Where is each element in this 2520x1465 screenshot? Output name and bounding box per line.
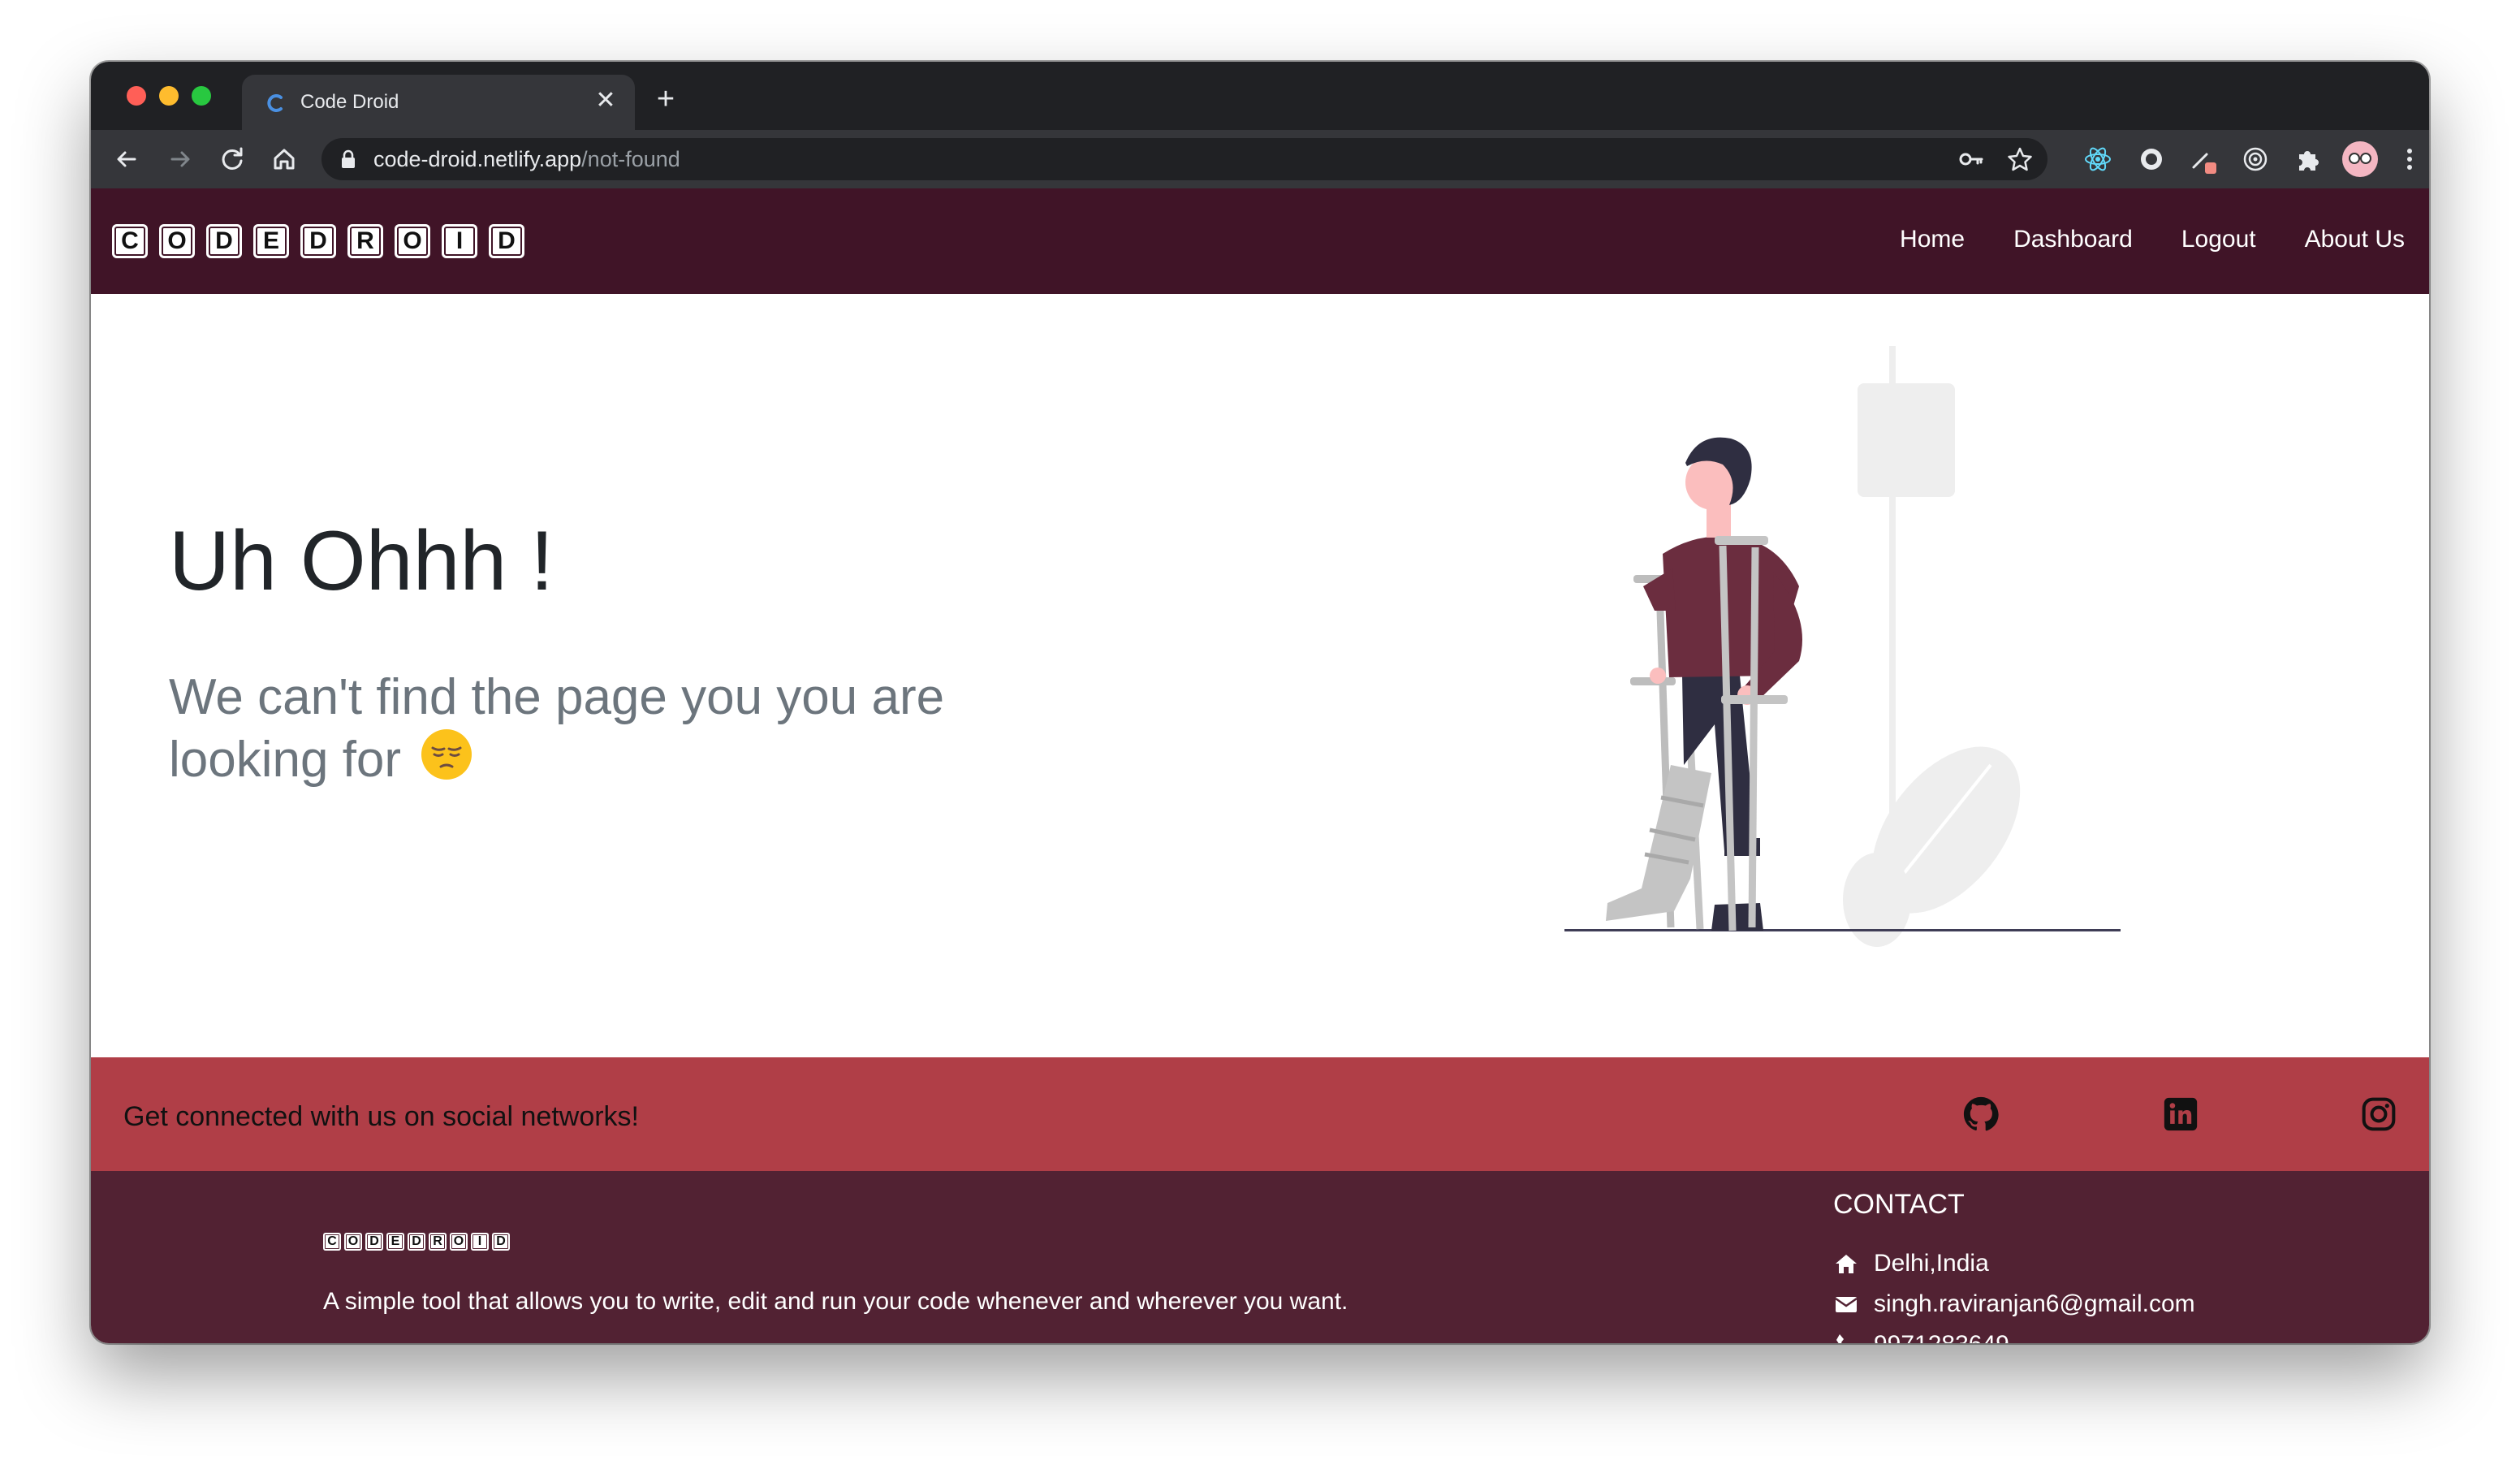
profile-avatar-icon[interactable] <box>2341 140 2379 178</box>
minimize-window-button[interactable] <box>159 86 179 106</box>
tab-close-icon[interactable]: ✕ <box>591 86 620 115</box>
close-window-button[interactable] <box>127 86 146 106</box>
logo-letter: C <box>112 224 148 258</box>
footer-description: A simple tool that allows you to write, … <box>323 1288 1348 1315</box>
home-icon[interactable] <box>266 141 302 177</box>
browser-toolbar: code-droid.netlify.app/not-found <box>91 130 2429 188</box>
circle-extension-icon[interactable] <box>2135 143 2168 175</box>
reload-icon[interactable] <box>214 141 250 177</box>
linkedin-icon[interactable] <box>2163 1096 2199 1132</box>
footer-logo-letter: E <box>386 1233 404 1251</box>
logo-letter: O <box>159 224 195 258</box>
key-icon[interactable] <box>1957 145 1986 174</box>
contact-address: Delhi,India <box>1833 1247 1989 1280</box>
instagram-icon[interactable] <box>2361 1096 2397 1132</box>
tab-code-droid[interactable]: Code Droid ✕ <box>242 75 635 130</box>
contact-address-text: Delhi,India <box>1874 1250 1989 1277</box>
contact-email-text[interactable]: singh.raviranjan6@gmail.com <box>1874 1290 2195 1318</box>
nav-link-dashboard[interactable]: Dashboard <box>2013 226 2133 253</box>
nav-link-logout[interactable]: Logout <box>2181 226 2256 253</box>
not-found-section: Uh Ohhh ! We can't find the page you you… <box>91 294 2429 1057</box>
url-host: code-droid.netlify.app <box>373 147 582 171</box>
logo-letter: D <box>206 224 242 258</box>
nav-link-about-us[interactable]: About Us <box>2305 226 2405 253</box>
navbar: C O D E D R O I D Home Dashboard Logout … <box>91 188 2429 294</box>
page-content: C O D E D R O I D Home Dashboard Logout … <box>91 188 2429 1343</box>
logo-letter: R <box>347 224 383 258</box>
pensive-emoji-icon <box>420 728 473 795</box>
tab-bar: Code Droid ✕ + <box>91 62 2429 130</box>
logo-letter: I <box>442 224 477 258</box>
back-icon[interactable] <box>109 141 145 177</box>
contact-email: singh.raviranjan6@gmail.com <box>1833 1288 2195 1320</box>
logo-letter: O <box>395 224 430 258</box>
bookmark-star-icon[interactable] <box>2005 145 2035 174</box>
lock-icon <box>342 149 355 168</box>
footer-logo: C O D E D R O I D <box>323 1233 510 1251</box>
footer-logo-letter: I <box>471 1233 489 1251</box>
nav-link-home[interactable]: Home <box>1900 226 1965 253</box>
phone-icon <box>1836 1334 1844 1343</box>
error-message-text: We can't find the page you you are looki… <box>169 669 945 788</box>
colorpicker-extension-icon[interactable] <box>2187 143 2220 175</box>
footer: C O D E D R O I D A simple tool that all… <box>91 1171 2429 1343</box>
contact-heading: CONTACT <box>1833 1189 1965 1220</box>
footer-logo-letter: D <box>408 1233 425 1251</box>
social-bar-text: Get connected with us on social networks… <box>123 1101 639 1132</box>
nav-links: Home Dashboard Logout About Us <box>1900 226 2405 253</box>
forward-icon[interactable] <box>162 141 198 177</box>
new-tab-button[interactable]: + <box>648 81 684 117</box>
contact-phone: 9971283649 <box>1833 1329 2009 1343</box>
react-devtools-icon[interactable] <box>2082 143 2114 175</box>
social-bar: Get connected with us on social networks… <box>91 1057 2429 1171</box>
error-headline: Uh Ohhh ! <box>169 514 554 608</box>
contact-phone-text[interactable]: 9971283649 <box>1874 1331 2009 1343</box>
logo-letter: D <box>489 224 524 258</box>
logo-letter: D <box>300 224 336 258</box>
injured-person-illustration <box>1564 346 2121 947</box>
logo-letter: E <box>253 224 289 258</box>
github-icon[interactable] <box>1963 1096 1999 1132</box>
maximize-window-button[interactable] <box>192 86 211 106</box>
code-droid-favicon-icon <box>267 94 283 112</box>
envelope-icon <box>1835 1297 1858 1312</box>
footer-logo-letter: D <box>492 1233 510 1251</box>
url-path: /not-found <box>581 147 680 171</box>
footer-logo-letter: O <box>344 1233 362 1251</box>
address-bar[interactable]: code-droid.netlify.app/not-found <box>321 138 2048 180</box>
url-text: code-droid.netlify.app/not-found <box>373 147 680 172</box>
footer-logo-letter: R <box>429 1233 447 1251</box>
home-icon <box>1836 1255 1857 1273</box>
footer-logo-letter: O <box>450 1233 468 1251</box>
browser-window: Code Droid ✕ + code-droid.netlify.app/no… <box>91 62 2429 1343</box>
footer-logo-letter: D <box>365 1233 383 1251</box>
extensions-puzzle-icon[interactable] <box>2291 143 2324 175</box>
target-extension-icon[interactable] <box>2239 143 2272 175</box>
code-droid-logo[interactable]: C O D E D R O I D <box>112 224 524 258</box>
more-menu-icon[interactable] <box>2393 143 2426 175</box>
footer-logo-letter: C <box>323 1233 341 1251</box>
tab-title: Code Droid <box>300 91 399 113</box>
error-message: We can't find the page you you are looki… <box>169 668 1062 795</box>
